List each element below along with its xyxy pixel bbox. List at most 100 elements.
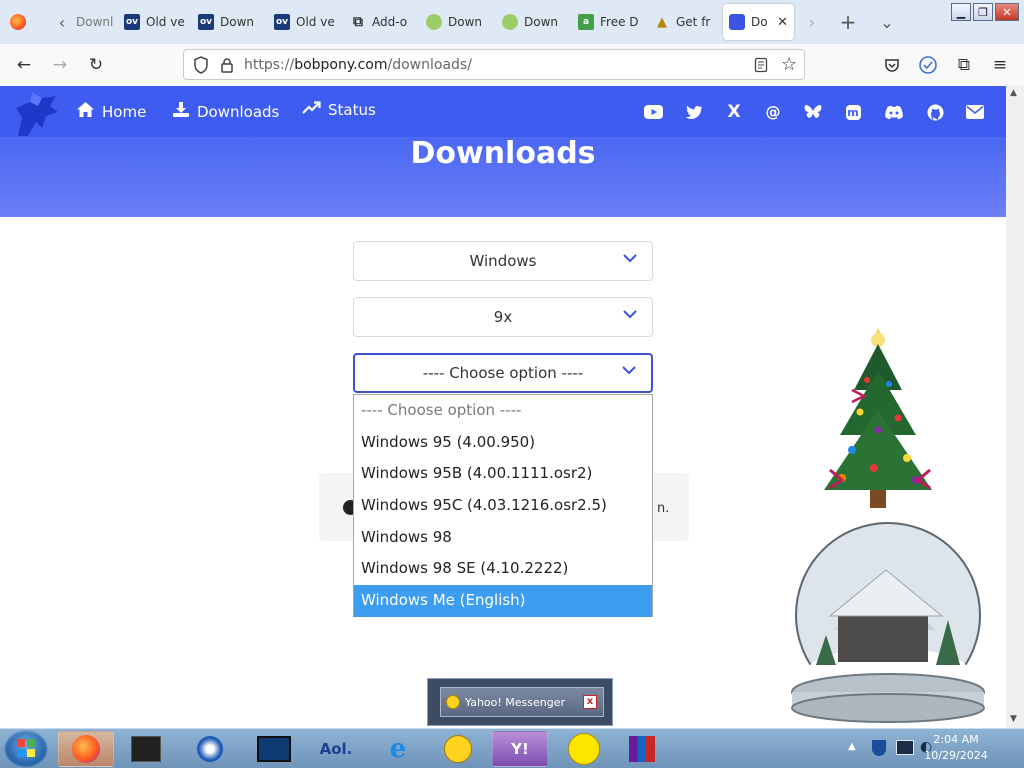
network-icon[interactable] <box>896 740 914 755</box>
dropdown-option-highlighted[interactable]: Windows Me (English) <box>354 585 652 617</box>
dropdown-option[interactable]: Windows 95 (4.00.950) <box>354 427 652 459</box>
chevron-right-icon[interactable]: › <box>800 10 824 34</box>
yahoo-smiley-icon <box>444 735 472 763</box>
account-check-icon[interactable] <box>916 53 940 77</box>
dropdown-option[interactable]: Windows 98 <box>354 522 652 554</box>
tab-9[interactable]: ▲ Get fr <box>648 4 720 40</box>
tab-3[interactable]: ov Down <box>192 4 264 40</box>
tab-active-downloads[interactable]: Do ✕ <box>723 4 794 40</box>
bluesky-icon[interactable] <box>803 102 823 122</box>
os-select[interactable]: Windows <box>353 241 653 281</box>
mail-icon[interactable] <box>965 102 985 122</box>
info-text: n. <box>657 501 670 516</box>
forward-arrow-icon[interactable]: → <box>48 53 72 77</box>
firefox-menu-tab[interactable] <box>4 4 40 40</box>
reload-icon[interactable]: ↻ <box>84 53 108 77</box>
taskbar-aol[interactable]: Aol. <box>308 731 364 767</box>
taskbar: Aol. e Y! ▲ ◐ <box>0 728 1024 768</box>
taskbar-smiley[interactable] <box>556 731 612 767</box>
media-player-icon <box>197 736 223 762</box>
mastodon-glyph: m <box>845 104 861 120</box>
shield-icon[interactable] <box>193 56 209 74</box>
nav-home-label: Home <box>102 102 147 121</box>
start-button[interactable] <box>4 730 48 768</box>
close-tab-icon[interactable]: ✕ <box>777 15 788 30</box>
taskbar-winrar[interactable] <box>614 731 670 767</box>
frog-icon <box>502 14 518 30</box>
mastodon-icon[interactable]: m <box>843 102 863 122</box>
dropdown-option[interactable]: Windows 95B (4.00.1111.osr2) <box>354 458 652 490</box>
version-select[interactable]: ---- Choose option ---- <box>353 353 653 393</box>
taskbar-media-player[interactable] <box>182 731 238 767</box>
twitter-icon[interactable] <box>684 102 704 122</box>
reader-view-icon[interactable] <box>754 57 768 73</box>
yahoo-messenger-button[interactable]: Yahoo! Messenger x <box>440 687 604 717</box>
taskbar-firefox[interactable] <box>58 731 114 767</box>
clock-date[interactable]: 10/29/2024 <box>920 749 992 762</box>
scroll-up-arrow-icon[interactable]: ▲ <box>1010 88 1017 98</box>
scroll-down-arrow-icon[interactable]: ▼ <box>1010 714 1017 724</box>
yahoo-messenger-icon: Y! <box>511 740 529 758</box>
amazon-icon: a <box>578 14 594 30</box>
discord-icon[interactable] <box>884 102 904 122</box>
nav-home-link[interactable]: Home <box>76 101 146 122</box>
yahoo-smiley-icon <box>446 695 460 709</box>
taskbar-monitor[interactable] <box>246 731 302 767</box>
minimize-button[interactable]: ▁ <box>951 3 971 21</box>
bookmark-star-icon[interactable]: ☆ <box>781 54 797 75</box>
tab-8[interactable]: a Free D <box>572 4 644 40</box>
tab-label: Add-o <box>372 15 408 29</box>
poo-icon: ▲ <box>657 14 667 30</box>
taskbar-yahoo-smiley[interactable] <box>430 731 486 767</box>
restore-button[interactable]: ❐ <box>973 3 993 21</box>
threads-icon[interactable]: @ <box>763 102 783 122</box>
tab-7[interactable]: Down <box>496 4 568 40</box>
youtube-icon[interactable] <box>643 102 663 122</box>
firefox-icon <box>72 735 100 763</box>
taskbar-dark-app[interactable] <box>118 731 174 767</box>
internet-explorer-icon: e <box>389 734 407 764</box>
lock-icon[interactable] <box>220 57 234 73</box>
os-select-value: Windows <box>469 252 537 270</box>
tab-5[interactable]: ⧉ Add-o <box>344 4 416 40</box>
taskbar-internet-explorer[interactable]: e <box>370 731 426 767</box>
navigation-toolbar: ← → ↻ https://bobpony.com/downloads/ ☆ ⧉… <box>0 44 1024 87</box>
url-text[interactable]: https://bobpony.com/downloads/ <box>244 57 472 73</box>
tab-4[interactable]: ov Old ve <box>268 4 340 40</box>
close-window-button[interactable]: ✕ <box>995 3 1019 21</box>
dropdown-option[interactable]: Windows 95C (4.03.1216.osr2.5) <box>354 490 652 522</box>
extensions-icon[interactable]: ⧉ <box>952 53 976 77</box>
taskbar-yahoo-messenger[interactable]: Y! <box>492 731 548 767</box>
tab-label: Old ve <box>296 15 335 29</box>
nav-status-link[interactable]: Status <box>302 101 376 119</box>
url-path: /downloads/ <box>387 57 472 73</box>
x-icon[interactable]: X <box>724 102 744 122</box>
dark-app-icon <box>131 736 161 762</box>
firefox-icon <box>10 14 26 30</box>
clock-time[interactable]: 2:04 AM <box>926 733 986 746</box>
back-arrow-icon[interactable]: ← <box>12 53 36 77</box>
oldversion-icon: ov <box>124 14 140 30</box>
tab-1[interactable]: Downl <box>70 4 118 40</box>
christmas-tree-widget <box>812 320 947 520</box>
family-select[interactable]: 9x <box>353 297 653 337</box>
list-all-tabs-icon[interactable]: ⌄ <box>875 10 899 34</box>
pocket-icon[interactable] <box>880 53 904 77</box>
url-bar[interactable]: https://bobpony.com/downloads/ ☆ <box>183 49 805 80</box>
dropdown-option[interactable]: Windows 98 SE (4.10.2222) <box>354 553 652 585</box>
github-icon[interactable] <box>925 102 945 122</box>
tab-2[interactable]: ov Old ve <box>118 4 190 40</box>
dropdown-option[interactable]: ---- Choose option ---- <box>354 395 652 427</box>
close-icon[interactable]: x <box>583 695 597 709</box>
menu-hamburger-icon[interactable]: ≡ <box>988 53 1012 77</box>
tray-expand-icon[interactable]: ▲ <box>848 741 856 752</box>
vertical-scrollbar[interactable]: ▲ ▼ <box>1006 86 1024 728</box>
bobpony-logo-icon[interactable] <box>12 88 64 138</box>
oldversion-icon: ov <box>274 14 290 30</box>
tab-label: Get fr <box>676 15 711 29</box>
nav-downloads-link[interactable]: Downloads <box>172 101 279 122</box>
yahoo-messenger-popup[interactable]: Yahoo! Messenger x <box>427 678 613 726</box>
new-tab-button[interactable]: + <box>836 10 860 34</box>
shield-tray-icon[interactable] <box>872 740 886 756</box>
tab-6[interactable]: Down <box>420 4 492 40</box>
